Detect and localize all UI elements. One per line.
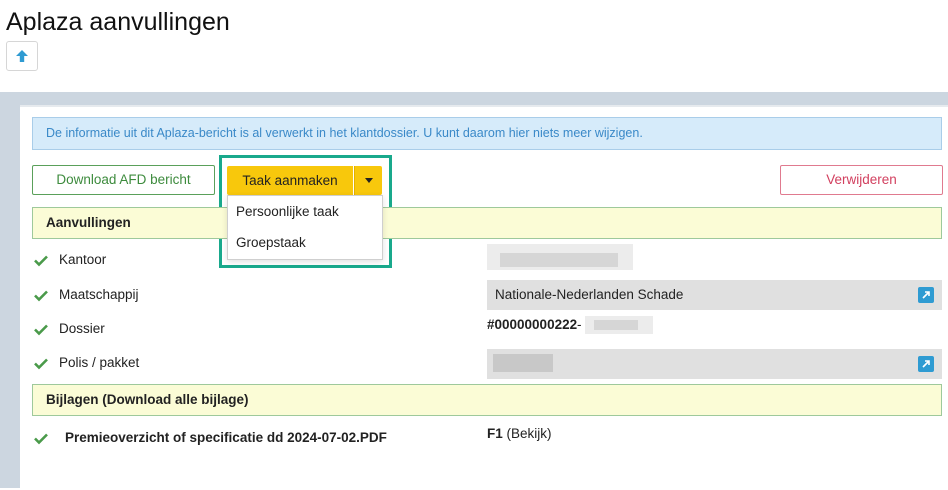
- menu-item-persoonlijke-taak[interactable]: Persoonlijke taak: [228, 196, 382, 227]
- menu-item-groepstaak[interactable]: Groepstaak: [228, 227, 382, 258]
- page-title: Aplaza aanvullingen: [6, 8, 230, 36]
- check-icon: [34, 359, 48, 370]
- attachment-code: F1: [487, 426, 503, 441]
- maatschappij-value: Nationale-Nederlanden Schade: [495, 287, 684, 302]
- check-icon: [34, 434, 48, 445]
- row-dossier: Dossier: [33, 319, 105, 339]
- section-heading-bijlagen[interactable]: Bijlagen (Download alle bijlage): [32, 384, 942, 416]
- download-afd-button[interactable]: Download AFD bericht: [32, 165, 215, 195]
- check-icon: [34, 291, 48, 302]
- attachment-name: Premieoverzicht of specificatie dd 2024-…: [65, 430, 387, 445]
- row-label-text: Kantoor: [59, 252, 107, 267]
- check-icon: [34, 256, 48, 267]
- external-link-button[interactable]: [918, 356, 934, 372]
- delete-button[interactable]: Verwijderen: [780, 165, 943, 195]
- row-kantoor: Kantoor: [33, 250, 106, 270]
- caret-down-icon: [364, 178, 373, 183]
- task-dropdown-menu: Persoonlijke taak Groepstaak: [227, 195, 383, 260]
- external-link-icon: [922, 360, 930, 368]
- external-link-icon: [922, 291, 930, 299]
- redacted-polis-value: [493, 354, 553, 372]
- section-heading-aanvullingen: Aanvullingen: [32, 207, 942, 239]
- redacted-dossier-name-inner: [594, 320, 638, 330]
- arrow-up-icon: [16, 50, 28, 62]
- task-dropdown-toggle[interactable]: [354, 166, 382, 195]
- info-alert: De informatie uit dit Aplaza-bericht is …: [32, 117, 942, 150]
- row-label-text: Dossier: [59, 321, 105, 336]
- dossier-number: #00000000222: [487, 317, 578, 332]
- row-label-text: Maatschappij: [59, 287, 139, 302]
- external-link-button[interactable]: [918, 287, 934, 303]
- polis-field: [487, 349, 942, 379]
- attachment-row: Premieoverzicht of specificatie dd 2024-…: [33, 428, 387, 448]
- task-create-button[interactable]: Taak aanmaken: [227, 166, 353, 195]
- row-label-text: Polis / pakket: [59, 355, 140, 370]
- check-icon: [34, 325, 48, 336]
- maatschappij-field: Nationale-Nederlanden Schade: [487, 280, 942, 310]
- row-maatschappij: Maatschappij: [33, 285, 139, 305]
- attachment-meta: F1 (Bekijk): [487, 426, 552, 441]
- dossier-separator: -: [577, 317, 582, 332]
- up-button[interactable]: [6, 41, 38, 71]
- attachment-view-link[interactable]: (Bekijk): [507, 426, 552, 441]
- redacted-kantoor-value-inner: [500, 253, 618, 267]
- row-polis-pakket: Polis / pakket: [33, 353, 139, 373]
